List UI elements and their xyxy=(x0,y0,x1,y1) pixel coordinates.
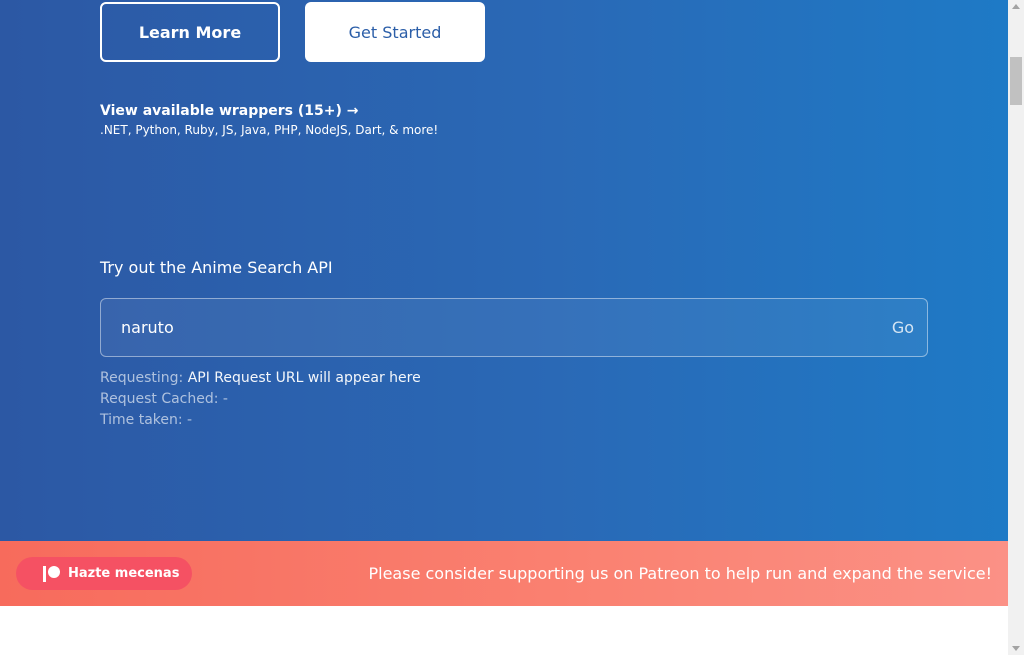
patreon-button-label: Hazte mecenas xyxy=(68,566,180,581)
anime-search-input[interactable] xyxy=(121,299,861,356)
learn-more-button[interactable]: Learn More xyxy=(100,2,280,62)
page: Learn More Get Started View available wr… xyxy=(0,0,1024,655)
patreon-icon xyxy=(43,565,61,582)
request-cached-value: - xyxy=(222,391,228,407)
wrappers-languages-text: .NET, Python, Ruby, JS, Java, PHP, NodeJ… xyxy=(100,123,439,137)
go-button[interactable]: Go xyxy=(892,299,914,356)
patreon-banner: Hazte mecenas Please consider supporting… xyxy=(0,541,1008,606)
time-taken-row: Time taken: - xyxy=(100,412,192,428)
viewport: Learn More Get Started View available wr… xyxy=(0,0,1008,655)
request-cached-row: Request Cached: - xyxy=(100,391,228,407)
time-taken-value: - xyxy=(187,412,193,428)
request-cached-label: Request Cached: xyxy=(100,391,219,407)
search-demo-heading: Try out the Anime Search API xyxy=(100,258,333,277)
time-taken-label: Time taken: xyxy=(100,412,183,428)
scrollbar-thumb[interactable] xyxy=(1010,57,1022,105)
scroll-down-arrow-icon[interactable] xyxy=(1012,646,1020,651)
hero-section: Learn More Get Started View available wr… xyxy=(0,0,1008,541)
patreon-button[interactable]: Hazte mecenas xyxy=(16,557,192,590)
requesting-row: Requesting: API Request URL will appear … xyxy=(100,370,421,386)
view-wrappers-link[interactable]: View available wrappers (15+) → xyxy=(100,103,359,119)
get-started-button[interactable]: Get Started xyxy=(305,2,485,62)
scroll-up-arrow-icon[interactable] xyxy=(1012,4,1020,9)
patreon-message: Please consider supporting us on Patreon… xyxy=(368,564,992,583)
search-box: Go xyxy=(100,298,928,357)
requesting-url: API Request URL will appear here xyxy=(187,370,421,386)
requesting-label: Requesting: xyxy=(100,370,184,386)
page-scrollbar[interactable] xyxy=(1008,0,1024,655)
